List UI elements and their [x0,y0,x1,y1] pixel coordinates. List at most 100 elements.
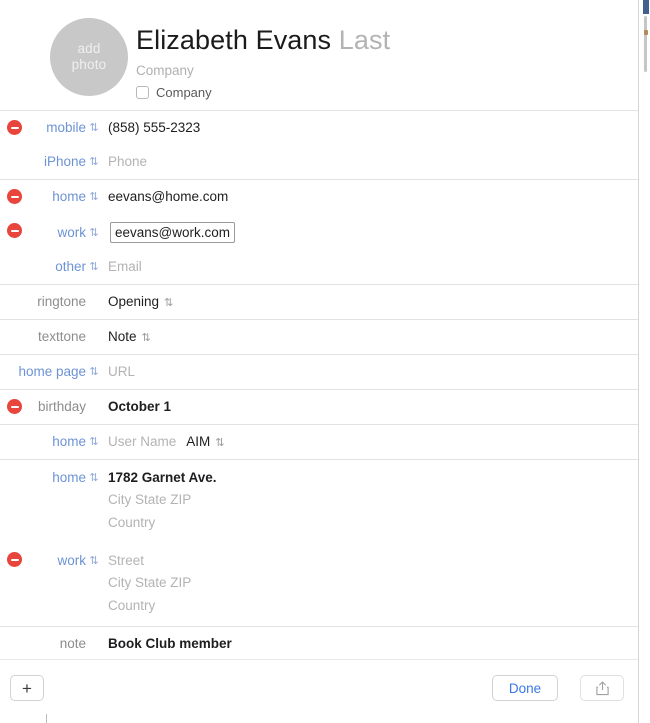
field-row-birthday[interactable]: birthday⇅October 1 [0,390,638,424]
field-type-stepper-icon[interactable]: ⇅ [86,363,102,381]
delete-field-icon[interactable] [7,552,22,567]
field-row-ringtone[interactable]: ringtone⇅Opening⇅ [0,285,638,319]
address-country-address-home[interactable]: Country [108,511,638,534]
name-line: Elizabeth Evans Last [136,24,390,56]
field-row-im-home[interactable]: home ⇅ User Name AIM ⇅ [0,425,638,459]
contact-header: add photo Elizabeth Evans Last Company C… [0,0,638,110]
field-row-email-home[interactable]: home ⇅ eevans@home.com [0,180,638,214]
delete-field-icon[interactable] [7,189,22,204]
field-stepper-spacer: ⇅ [86,398,102,416]
field-row-texttone[interactable]: texttone⇅Note⇅ [0,320,638,354]
field-type-stepper-icon[interactable]: ⇅ [86,224,102,242]
delete-field-icon[interactable] [7,399,22,414]
address-street-address-home[interactable]: 1782 Garnet Ave. [108,468,638,488]
note-row[interactable]: note ⇕ Book Club member [0,627,638,661]
share-button[interactable] [580,675,624,701]
add-field-button[interactable]: + [10,675,44,701]
field-label-im-home[interactable]: home [0,433,86,451]
field-section: home page ⇅ URL [0,354,638,389]
tone-stepper-icon[interactable]: ⇅ [159,297,173,309]
field-label-ringtone: ringtone [37,294,86,309]
focused-input-email-work[interactable]: eevans@work.com [110,222,235,243]
company-checkbox[interactable] [136,86,149,99]
field-row-email-work[interactable]: work ⇅ eevans@work.com [0,214,638,250]
field-type-stepper-icon[interactable]: ⇅ [86,433,102,451]
company-field[interactable]: Company [136,63,390,79]
field-type-stepper-icon[interactable]: ⇅ [86,258,102,276]
company-checkbox-label: Company [156,85,212,100]
field-value-text: Email [108,259,142,274]
address-lines-address-home: 1782 Garnet Ave. City State ZIP Country [102,468,638,534]
field-type-stepper-icon[interactable]: ⇅ [86,119,102,137]
delete-field-icon[interactable] [7,223,22,238]
field-row-address-work[interactable]: work ⇅ Street City State ZIP Country [0,543,638,626]
scrollbar-thumb[interactable] [644,16,647,72]
address-section: home ⇅ 1782 Garnet Ave. City State ZIP Count… [0,459,638,626]
field-value-im-home[interactable]: User Name AIM ⇅ [102,433,638,452]
field-value-home-page[interactable]: URL [102,363,638,381]
field-section: home ⇅ eevans@home.com work ⇅ eevans@work.com… [0,179,638,284]
field-label-home-page[interactable]: home page [0,363,86,381]
address-rows: home ⇅ 1782 Garnet Ave. City State ZIP Count… [0,459,638,626]
field-value-text: Note [108,329,137,344]
field-type-stepper-icon[interactable]: ⇅ [86,468,102,488]
gutter-highlight-marker [644,30,648,35]
field-section: birthday⇅October 1 [0,389,638,424]
field-label-address-home[interactable]: home [0,468,86,488]
address-street-address-work[interactable]: Street [108,551,638,571]
field-type-stepper-icon[interactable]: ⇅ [86,153,102,171]
field-rows: mobile ⇅ (858) 555-2323 iPhone ⇅ Phone home ⇅ ee… [0,110,638,459]
field-value-text: October 1 [108,399,172,414]
field-label-email-other[interactable]: other [0,258,86,276]
field-section: mobile ⇅ (858) 555-2323 iPhone ⇅ Phone [0,110,638,179]
field-section: ringtone⇅Opening⇅ [0,284,638,319]
field-type-stepper-icon[interactable]: ⇅ [86,188,102,206]
avatar-add-photo-button[interactable]: add photo [50,18,128,96]
name-block: Elizabeth Evans Last Company Company [136,24,390,100]
field-value-phone-mobile[interactable]: (858) 555-2323 [102,119,638,137]
company-checkbox-row[interactable]: Company [136,85,390,100]
field-stepper-spacer: ⇅ [86,328,102,346]
note-stepper-spacer: ⇕ [86,635,102,653]
gutter-accent-marker [643,0,649,14]
im-service-stepper-icon[interactable]: ⇅ [210,437,224,449]
contact-editor-card: add photo Elizabeth Evans Last Company C… [0,0,638,723]
avatar-label-line1: add [77,41,101,56]
field-stepper-spacer: ⇅ [86,293,102,311]
field-label-phone-iphone[interactable]: iPhone [0,153,86,171]
field-value-phone-iphone[interactable]: Phone [102,153,638,171]
field-section: home ⇅ User Name AIM ⇅ [0,424,638,459]
last-name-field[interactable]: Evans [256,25,332,55]
field-value-email-other[interactable]: Email [102,258,638,276]
field-value-birthday[interactable]: October 1 [102,398,638,416]
field-value-email-work[interactable]: eevans@work.com [102,222,638,243]
field-value-text: (858) 555-2323 [108,120,201,135]
scroll-gutter[interactable] [638,0,650,723]
delete-field-icon[interactable] [7,120,22,135]
field-value-ringtone[interactable]: Opening ⇅ [102,293,638,312]
note-value[interactable]: Book Club member [102,635,638,653]
field-row-address-home[interactable]: home ⇅ 1782 Garnet Ave. City State ZIP Count… [0,460,638,543]
avatar-label-line2: photo [71,57,107,72]
tone-stepper-icon[interactable]: ⇅ [137,332,151,344]
field-value-text: User Name [108,434,177,449]
im-service-value[interactable]: AIM [176,434,210,449]
address-citystatezip-address-home[interactable]: City State ZIP [108,488,638,511]
field-value-text: Phone [108,154,148,169]
field-type-stepper-icon[interactable]: ⇅ [86,551,102,571]
field-row-phone-mobile[interactable]: mobile ⇅ (858) 555-2323 [0,111,638,145]
address-citystatezip-address-work[interactable]: City State ZIP [108,571,638,594]
address-country-address-work[interactable]: Country [108,594,638,617]
field-row-home-page[interactable]: home page ⇅ URL [0,355,638,389]
first-name-field[interactable]: Elizabeth [136,25,248,55]
done-button[interactable]: Done [492,675,558,701]
share-icon [595,680,609,696]
field-row-phone-iphone[interactable]: iPhone ⇅ Phone [0,145,638,179]
field-row-email-other[interactable]: other ⇅ Email [0,250,638,284]
field-value-texttone[interactable]: Note ⇅ [102,328,638,347]
footer-toolbar: + Done [0,659,638,723]
field-label-texttone: texttone [37,329,86,344]
field-value-email-home[interactable]: eevans@home.com [102,188,638,206]
field-value-text: URL [108,364,136,379]
last-name-placeholder[interactable]: Last [339,25,390,55]
